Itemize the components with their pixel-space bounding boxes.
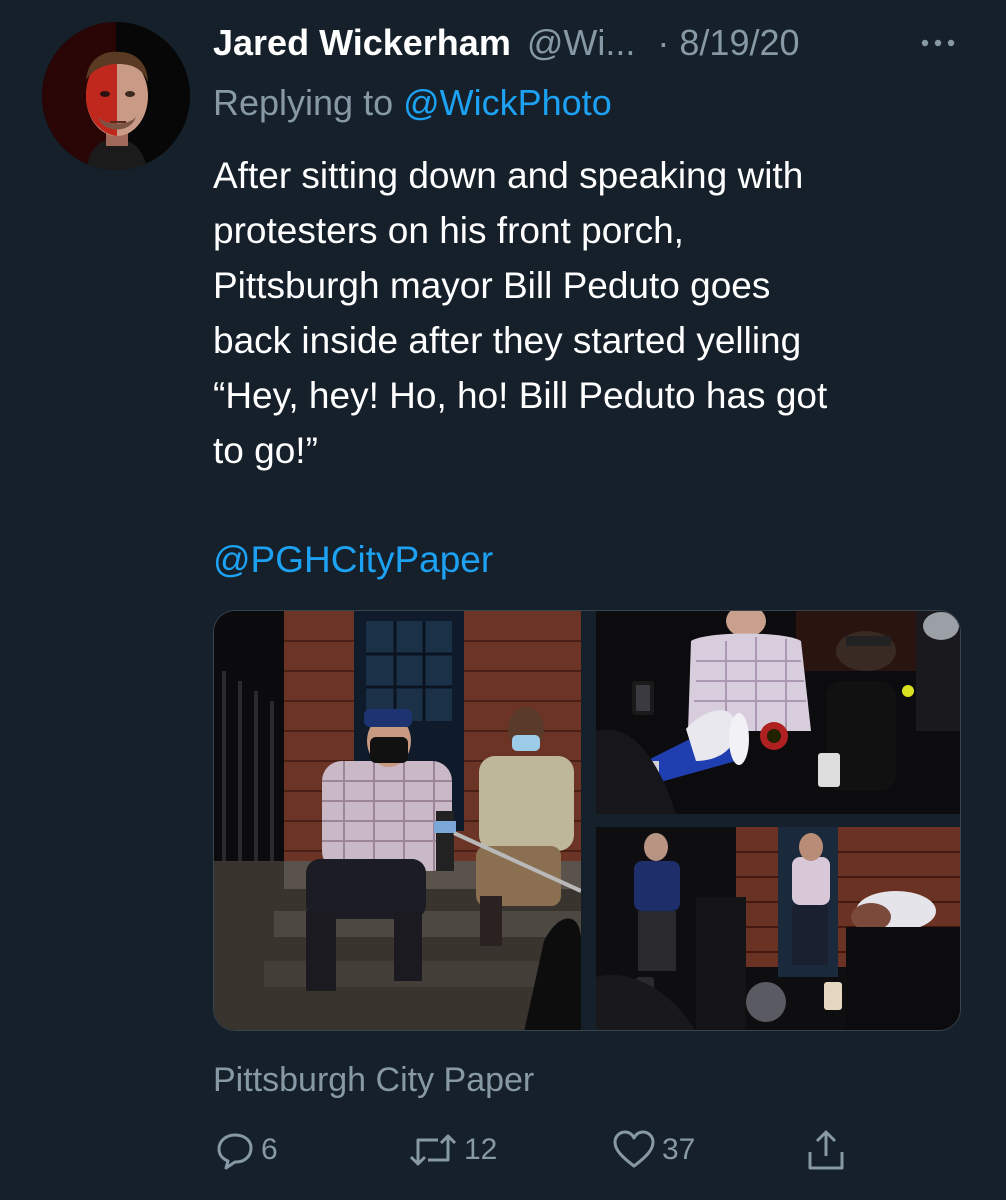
more-icon[interactable] [918,28,958,58]
like-icon [612,1130,656,1170]
retweet-button[interactable]: 12 [408,1125,497,1175]
author-handle[interactable]: @Wi... [527,22,636,63]
photo-megaphone[interactable] [596,611,960,814]
replying-to: Replying to @WickPhoto [213,80,612,126]
replying-prefix: Replying to [213,82,404,123]
author-name[interactable]: Jared Wickerham [213,22,511,63]
media-grid[interactable] [213,610,961,1031]
photo-porch-seated[interactable] [214,611,581,1030]
like-count: 37 [662,1133,696,1166]
date-separator: · [657,22,670,63]
mention-link[interactable]: @PGHCityPaper [213,534,493,586]
share-icon [805,1128,847,1172]
like-button[interactable]: 37 [612,1125,695,1175]
tweet-actions: 6 12 37 [213,1125,873,1175]
share-button[interactable] [805,1125,847,1175]
tweet-header: Jared Wickerham @Wi... · 8/19/20 [213,20,983,66]
avatar[interactable] [42,22,190,170]
tweet-date[interactable]: 8/19/20 [679,22,799,63]
photo-going-inside[interactable] [596,827,960,1030]
retweet-icon [408,1130,458,1170]
reply-icon [215,1130,255,1170]
replying-handle-link[interactable]: @WickPhoto [403,82,612,123]
reply-count: 6 [261,1133,278,1166]
reply-button[interactable]: 6 [215,1125,278,1175]
retweet-count: 12 [464,1133,498,1166]
card-source[interactable]: Pittsburgh City Paper [213,1058,534,1102]
tweet-text: After sitting down and speaking with pro… [213,155,828,471]
